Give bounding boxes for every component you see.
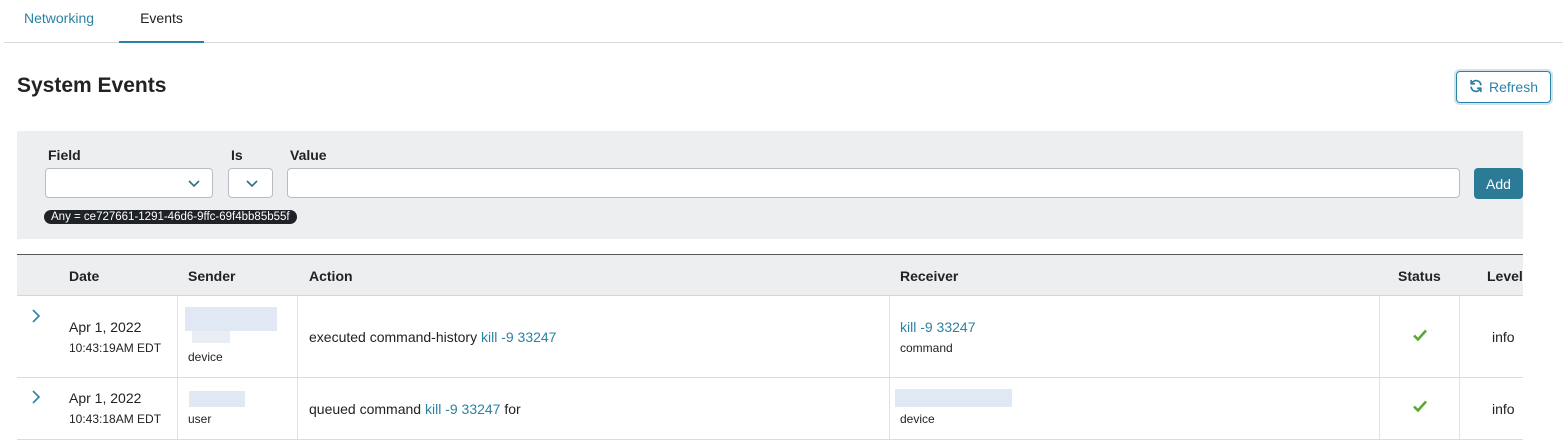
chevron-right-icon[interactable] — [29, 308, 43, 324]
column-header-sender[interactable]: Sender — [188, 255, 235, 297]
filter-panel: Field Is Value Add Any = ce727661-1291-4… — [17, 131, 1523, 239]
redacted-receiver — [895, 389, 1012, 407]
table-row[interactable]: Apr 1, 2022 10:43:18AM EDT user queued c… — [17, 378, 1523, 440]
event-level: info — [1492, 329, 1515, 345]
redacted-sender-line — [192, 331, 230, 343]
action-description: queued command kill -9 33247 for — [309, 401, 521, 417]
action-text: queued command — [309, 401, 422, 417]
success-check-icon — [1413, 329, 1427, 342]
event-time: 10:43:18AM EDT — [69, 412, 162, 426]
table-row[interactable]: Apr 1, 2022 10:43:19AM EDT device execut… — [17, 296, 1523, 378]
refresh-button[interactable]: Refresh — [1456, 71, 1551, 103]
sender-type: user — [188, 412, 212, 426]
page-title: System Events — [17, 74, 167, 97]
receiver-type: command — [900, 341, 953, 355]
action-command-link[interactable]: kill -9 33247 — [481, 329, 557, 345]
event-level: info — [1492, 401, 1515, 417]
chevron-right-icon[interactable] — [29, 389, 43, 405]
column-header-level[interactable]: Level — [1487, 255, 1523, 297]
filter-chip[interactable]: Any = ce727661-1291-46d6-9ffc-69f4bb85b5… — [44, 210, 297, 224]
action-suffix: for — [504, 401, 521, 417]
sender-type: device — [188, 350, 223, 364]
value-input[interactable] — [287, 168, 1460, 198]
column-header-receiver[interactable]: Receiver — [900, 255, 958, 297]
table-header: Date Sender Action Receiver Status Level — [17, 254, 1523, 296]
column-header-date[interactable]: Date — [69, 255, 99, 297]
refresh-label: Refresh — [1488, 79, 1539, 95]
tab-bar: Networking Events — [4, 0, 1563, 43]
tab-networking[interactable]: Networking — [24, 0, 94, 42]
event-date: Apr 1, 2022 — [69, 319, 142, 335]
event-date: Apr 1, 2022 — [69, 390, 142, 406]
redacted-sender — [185, 307, 277, 331]
event-time: 10:43:19AM EDT — [69, 341, 162, 355]
field-select[interactable] — [45, 168, 213, 198]
receiver-type: device — [900, 412, 935, 426]
value-label: Value — [290, 147, 327, 163]
action-command-link[interactable]: kill -9 33247 — [425, 401, 501, 417]
add-filter-button[interactable]: Add — [1474, 168, 1523, 199]
column-header-status[interactable]: Status — [1398, 255, 1441, 297]
chevron-down-icon — [188, 180, 200, 188]
receiver-link[interactable]: kill -9 33247 — [900, 319, 976, 335]
chevron-down-icon — [246, 180, 258, 188]
field-label: Field — [48, 147, 81, 163]
refresh-icon — [1469, 79, 1483, 96]
success-check-icon — [1413, 400, 1427, 413]
column-header-action[interactable]: Action — [309, 255, 353, 297]
redacted-sender — [189, 391, 245, 407]
action-description: executed command-history kill -9 33247 — [309, 329, 556, 345]
operator-select[interactable] — [228, 168, 273, 198]
action-text: executed command-history — [309, 329, 478, 345]
is-label: Is — [231, 147, 243, 163]
tab-events[interactable]: Events — [119, 0, 204, 43]
